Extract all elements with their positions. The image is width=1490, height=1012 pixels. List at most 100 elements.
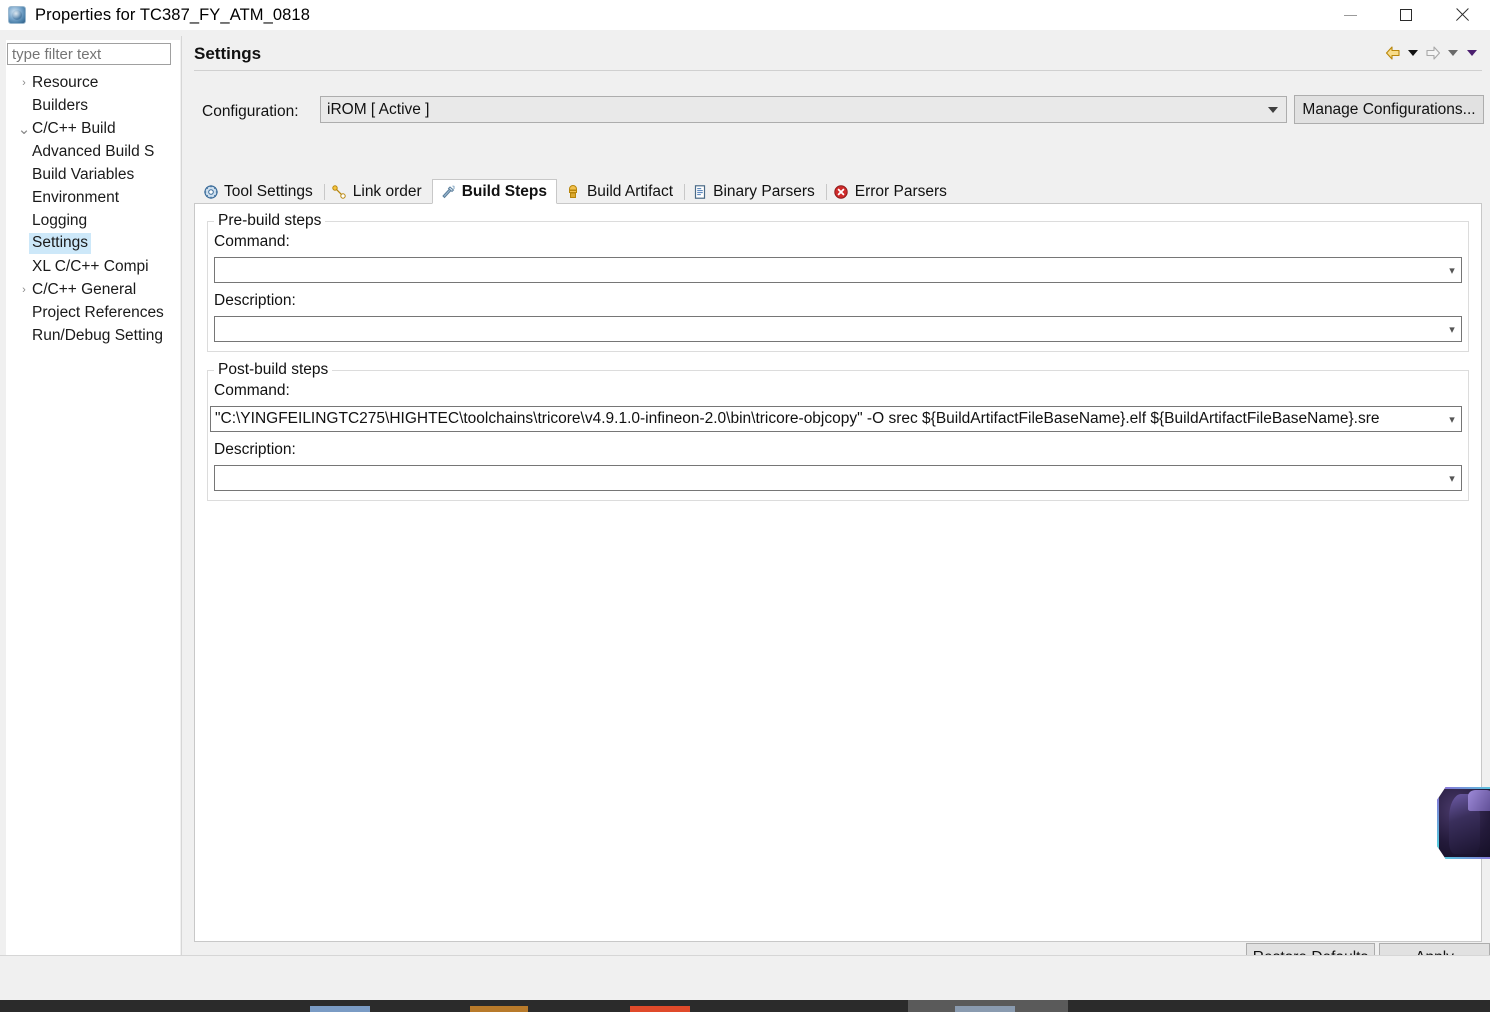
forward-arrow-icon[interactable]: [1424, 44, 1442, 62]
back-history-chevron-down-icon[interactable]: [1408, 50, 1418, 56]
chevron-down-icon[interactable]: ▾: [1443, 323, 1461, 336]
post-build-command-input[interactable]: "C:\YINGFEILINGTC275\HIGHTEC\toolchains\…: [210, 406, 1462, 432]
chevron-down-icon[interactable]: ▾: [1443, 264, 1461, 277]
tab-tool-settings[interactable]: Tool Settings: [194, 179, 323, 204]
post-build-steps-group: Post-build steps Command: "C:\YINGFEILIN…: [207, 370, 1469, 501]
page-navigation: [1384, 44, 1480, 62]
artifact-icon: [565, 184, 582, 201]
tab-binary-parsers[interactable]: Binary Parsers: [683, 179, 825, 204]
sidebar-item-logging[interactable]: Logging: [7, 209, 181, 232]
sidebar-item-label: Builders: [32, 97, 88, 115]
manage-configurations-button[interactable]: Manage Configurations...: [1294, 95, 1484, 124]
sidebar-item-advanced-build-s[interactable]: Advanced Build S: [7, 140, 181, 163]
taskbar-item: [310, 1006, 370, 1012]
header-divider: [194, 70, 1482, 71]
forward-history-chevron-down-icon[interactable]: [1448, 50, 1458, 56]
sidebar-item-c-c-build[interactable]: ⌄C/C++ Build: [7, 117, 181, 140]
taskbar-item: [630, 1006, 690, 1012]
tab-label: Build Steps: [462, 183, 547, 201]
configuration-select[interactable]: iROM [ Active ]: [320, 96, 1287, 123]
wrench-gear-icon: [202, 184, 219, 201]
settings-tab-bar[interactable]: Tool Settings Link order Build Steps Build …: [194, 179, 1482, 204]
sidebar-item-label: XL C/C++ Compi: [32, 258, 149, 276]
sidebar-item-settings[interactable]: Settings: [7, 232, 181, 255]
tab-label: Build Artifact: [587, 183, 673, 201]
sidebar-item-label: Resource: [32, 74, 98, 92]
chevron-down-icon[interactable]: ▾: [1443, 472, 1461, 485]
sidebar-item-build-variables[interactable]: Build Variables: [7, 163, 181, 186]
back-arrow-icon[interactable]: [1384, 44, 1402, 62]
settings-tree[interactable]: ›ResourceBuilders⌄C/C++ BuildAdvanced Bu…: [7, 71, 181, 347]
chevron-right-icon[interactable]: ›: [16, 284, 32, 296]
sidebar-item-label: Run/Debug Setting: [32, 327, 163, 345]
configuration-row: Configuration: iROM [ Active ] Manage Co…: [194, 94, 1482, 132]
tab-build-steps[interactable]: Build Steps: [432, 179, 557, 204]
tab-label: Link order: [353, 183, 422, 201]
sidebar-item-label: C/C++ General: [32, 281, 136, 299]
minimize-icon: [1344, 15, 1357, 16]
pre-build-description-label: Description:: [214, 292, 296, 310]
pre-build-group-title: Pre-build steps: [214, 212, 325, 230]
binary-parser-icon: [691, 184, 708, 201]
sidebar-item-label: Advanced Build S: [32, 143, 154, 161]
pre-build-steps-group: Pre-build steps Command: ▾ Description: …: [207, 221, 1469, 352]
pre-build-command-label: Command:: [214, 233, 290, 251]
properties-dialog: Properties for TC387_FY_ATM_0818 ›Resour…: [0, 0, 1490, 1012]
chevron-down-icon: [1268, 107, 1278, 113]
link-order-icon: [331, 184, 348, 201]
sidebar-item-label: Settings: [29, 233, 91, 254]
filter-input[interactable]: [7, 43, 171, 65]
sidebar-item-environment[interactable]: Environment: [7, 186, 181, 209]
chevron-down-icon[interactable]: ▾: [1443, 413, 1461, 426]
tab-label: Error Parsers: [855, 183, 947, 201]
sidebar-item-run-debug-setting[interactable]: Run/Debug Setting: [7, 324, 181, 347]
configuration-label: Configuration:: [202, 103, 299, 121]
pre-build-command-input[interactable]: ▾: [214, 257, 1462, 283]
chevron-down-icon[interactable]: ⌄: [16, 120, 32, 138]
post-build-command-label: Command:: [214, 382, 290, 400]
error-parser-icon: [833, 184, 850, 201]
dialog-footer: ? OK Cancel https://blog.csdn.net/lichen…: [0, 956, 1490, 1000]
post-build-description-input[interactable]: ▾: [214, 465, 1462, 491]
sidebar-item-label: C/C++ Build: [32, 120, 116, 138]
eclipse-globe-icon: [8, 6, 26, 24]
decorative-avatar-image: [1437, 787, 1490, 859]
page-title: Settings: [194, 44, 261, 64]
tab-build-artifact[interactable]: Build Artifact: [557, 179, 683, 204]
post-build-description-label: Description:: [214, 441, 296, 459]
sidebar-item-project-references[interactable]: Project References: [7, 301, 181, 324]
sidebar-item-label: Environment: [32, 189, 119, 207]
dialog-body: ›ResourceBuilders⌄C/C++ BuildAdvanced Bu…: [0, 30, 1490, 955]
view-menu-chevron-down-icon[interactable]: [1467, 50, 1477, 56]
window-controls: [1322, 0, 1490, 30]
sidebar-item-label: Project References: [32, 304, 164, 322]
maximize-button[interactable]: [1378, 0, 1434, 30]
configuration-value: iROM [ Active ]: [321, 101, 430, 119]
pre-build-description-input[interactable]: ▾: [214, 316, 1462, 342]
sidebar-item-label: Logging: [32, 212, 87, 230]
taskbar-item: [955, 1006, 1015, 1012]
taskbar-item: [470, 1006, 528, 1012]
post-build-command-value: "C:\YINGFEILINGTC275\HIGHTEC\toolchains\…: [211, 410, 1443, 428]
tab-label: Tool Settings: [224, 183, 313, 201]
title-bar: Properties for TC387_FY_ATM_0818: [0, 0, 1490, 30]
tab-error-parsers[interactable]: Error Parsers: [825, 179, 957, 204]
maximize-icon: [1400, 9, 1412, 21]
close-icon: [1455, 8, 1469, 22]
build-steps-icon: [440, 183, 457, 200]
settings-content-panel: Settings Configuration:: [184, 36, 1484, 958]
tab-link-order[interactable]: Link order: [323, 179, 432, 204]
close-button[interactable]: [1434, 0, 1490, 30]
sidebar-item-resource[interactable]: ›Resource: [7, 71, 181, 94]
panel-divider: [181, 36, 182, 958]
tab-label: Binary Parsers: [713, 183, 815, 201]
chevron-right-icon[interactable]: ›: [16, 77, 32, 89]
minimize-button[interactable]: [1322, 0, 1378, 30]
sidebar-item-xl-c-c-compi[interactable]: XL C/C++ Compi: [7, 255, 181, 278]
settings-tree-panel: ›ResourceBuilders⌄C/C++ BuildAdvanced Bu…: [6, 40, 180, 958]
post-build-group-title: Post-build steps: [214, 361, 332, 379]
sidebar-item-builders[interactable]: Builders: [7, 94, 181, 117]
sidebar-item-label: Build Variables: [32, 166, 134, 184]
build-steps-panel: Pre-build steps Command: ▾ Description: …: [194, 203, 1482, 942]
sidebar-item-c-c-general[interactable]: ›C/C++ General: [7, 278, 181, 301]
